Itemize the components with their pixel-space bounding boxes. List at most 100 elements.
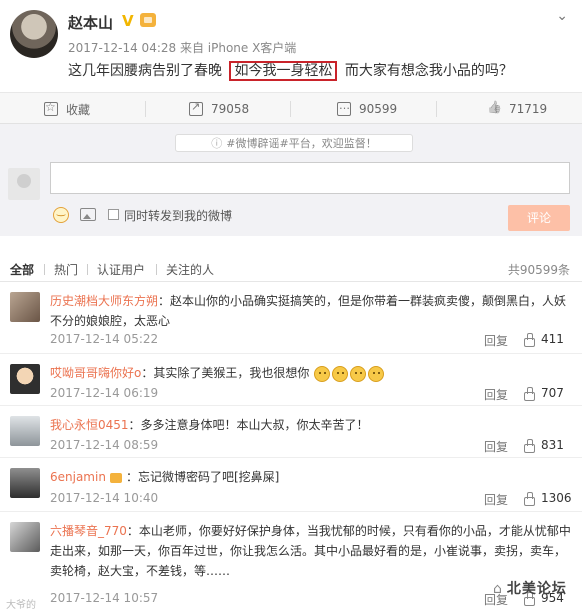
comment-count: 90599 <box>359 102 398 116</box>
commenter-avatar[interactable] <box>10 522 40 552</box>
comment-like-button[interactable]: 831 <box>522 438 564 453</box>
comment-time: 2017-12-14 06:19 <box>50 386 159 400</box>
tab-following[interactable]: 关注的人 <box>166 261 214 278</box>
comment-body: 6enjamin ：忘记微博密码了吧[挖鼻屎] <box>50 467 572 487</box>
sad-face-emoji-icon <box>332 365 349 382</box>
thumbs-up-icon <box>522 332 535 347</box>
like-button[interactable]: 71719 <box>487 93 547 125</box>
star-icon <box>44 100 58 116</box>
image-icon[interactable] <box>80 208 96 221</box>
comment-like-button[interactable]: 1306 <box>522 491 572 506</box>
comment-body: 六播琴音_770：本山老师，你要好好保护身体，当我忧郁的时候，只有看你的小品，才… <box>50 521 572 581</box>
action-divider <box>436 101 437 117</box>
author-avatar[interactable] <box>10 10 58 58</box>
tab-verified-users[interactable]: 认证用户 <box>97 261 145 278</box>
comment-like-button[interactable]: 707 <box>522 386 564 401</box>
reply-button[interactable]: 回复 <box>484 332 508 349</box>
commenter-avatar[interactable] <box>10 292 40 322</box>
forward-checkbox[interactable] <box>108 209 119 220</box>
post-text-before: 这几年因腰病告别了春晚 <box>68 63 222 79</box>
thumbs-up-icon <box>522 491 535 506</box>
favorite-button[interactable]: 收藏 <box>44 93 90 125</box>
sad-face-emoji-icon <box>314 365 331 382</box>
comment-text: ：其实除了美猴王，我也很想你 <box>141 366 310 380</box>
post-timestamp[interactable]: 2017-12-14 04:28 来自 iPhone X客户端 <box>68 39 296 56</box>
thumbs-up-icon <box>522 438 535 453</box>
comment-composer: ⓘ#微博辟谣#平台，欢迎监督！ 同时转发到我的微博 评论 <box>0 124 582 236</box>
comment-text: ：忘记微博密码了吧[挖鼻屎] <box>125 470 280 484</box>
post-text-after: 而大家有想念我小品的吗？ <box>344 63 513 79</box>
comment-like-count: 1306 <box>541 491 572 505</box>
action-divider <box>290 101 291 117</box>
info-icon: ⓘ <box>211 137 223 150</box>
action-divider <box>145 101 146 117</box>
tab-divider <box>87 264 88 275</box>
comment-body: 我心永恒0451：多多注意身体吧！本山大叔，你太辛苦了！ <box>50 415 572 435</box>
reply-button[interactable]: 回复 <box>484 386 508 403</box>
comment-button[interactable]: 90599 <box>337 93 397 125</box>
watermark: ⌂ 北美论坛 <box>493 578 567 598</box>
comment-like-count: 411 <box>541 332 564 346</box>
reply-button[interactable]: 回复 <box>484 491 508 508</box>
weibo-post-page: 赵本山 V 2017-12-14 04:28 来自 iPhone X客户端 这几… <box>0 0 582 612</box>
forward-icon <box>189 100 203 116</box>
comment-body: 哎呦哥哥嗨你好o：其实除了美猴王，我也很想你 <box>50 363 572 383</box>
comment-like-count: 707 <box>541 386 564 400</box>
sad-face-emoji-icon <box>350 365 367 382</box>
commenter-name[interactable]: 哎呦哥哥嗨你好o <box>50 366 141 380</box>
tab-divider <box>44 264 45 275</box>
post-text-highlight: 如今我一身轻松 <box>229 61 338 81</box>
comment-body: 历史潮档大师东方朔：赵本山你的小品确实挺搞笑的，但是你带着一群装疯卖傻，颠倒黑白… <box>50 291 572 331</box>
commenter-name[interactable]: 6enjamin <box>50 470 106 484</box>
comment-filter-tabs: 全部 热门 认证用户 关注的人 共90599条 <box>0 256 582 282</box>
post-text: 这几年因腰病告别了春晚 如今我一身轻松 而大家有想念我小品的吗？ <box>68 60 513 81</box>
verified-badge-icon: V <box>122 12 134 30</box>
watermark-left: 大爷的 <box>6 600 36 611</box>
commenter-name[interactable]: 六播琴音_770 <box>50 524 127 538</box>
comment-text: ：多多注意身体吧！本山大叔，你太辛苦了！ <box>128 418 369 432</box>
sad-face-emoji-icon <box>368 365 385 382</box>
post-action-bar: 收藏 79058 90599 71719 <box>0 92 582 124</box>
commenter-name[interactable]: 我心永恒0451 <box>50 418 129 432</box>
total-comment-count: 共90599条 <box>507 263 570 277</box>
comment-like-count: 831 <box>541 438 564 452</box>
author-name[interactable]: 赵本山 <box>68 12 113 33</box>
forward-checkbox-label[interactable]: 同时转发到我的微博 <box>124 207 232 224</box>
reply-button[interactable]: 回复 <box>484 438 508 455</box>
post-card: 赵本山 V 2017-12-14 04:28 来自 iPhone X客户端 这几… <box>0 0 582 92</box>
favorite-label: 收藏 <box>66 102 91 117</box>
tab-divider <box>156 264 157 275</box>
watermark-text: 北美论坛 <box>506 581 567 597</box>
comment-item: 6enjamin ：忘记微博密码了吧[挖鼻屎] 2017-12-14 10:40 … <box>0 458 582 512</box>
commenter-avatar[interactable] <box>10 416 40 446</box>
like-count: 71719 <box>509 102 548 116</box>
thumbs-up-icon <box>487 102 501 116</box>
tab-all[interactable]: 全部 <box>10 261 34 278</box>
vip-crown-icon <box>140 13 156 27</box>
rumor-notice[interactable]: ⓘ #微博辟谣#平台，欢迎监督！ <box>175 134 413 152</box>
comment-time: 2017-12-14 10:57 <box>50 591 159 605</box>
comment-time: 2017-12-14 05:22 <box>50 332 159 346</box>
forward-count: 79058 <box>211 102 250 116</box>
comment-text: ：本山老师，你要好好保护身体，当我忧郁的时候，只有看你的小品，才能从忧郁中走出来… <box>50 524 571 578</box>
comment-item: 历史潮档大师东方朔：赵本山你的小品确实挺搞笑的，但是你带着一群装疯卖傻，颠倒黑白… <box>0 282 582 354</box>
watermark-logo-icon: ⌂ <box>493 581 503 597</box>
thumbs-up-icon <box>522 386 535 401</box>
commenter-avatar[interactable] <box>10 468 40 498</box>
current-user-avatar <box>8 168 40 200</box>
comment-like-button[interactable]: 411 <box>522 332 564 347</box>
comment-input[interactable] <box>50 162 570 194</box>
comment-item: 我心永恒0451：多多注意身体吧！本山大叔，你太辛苦了！ 2017-12-14 … <box>0 406 582 458</box>
comment-icon <box>337 99 351 116</box>
comment-item: 哎呦哥哥嗨你好o：其实除了美猴王，我也很想你 2017-12-14 06:19 … <box>0 354 582 406</box>
comment-time: 2017-12-14 10:40 <box>50 491 159 505</box>
commenter-name[interactable]: 历史潮档大师东方朔 <box>50 294 158 308</box>
chevron-down-icon[interactable]: ⌄ <box>556 8 568 24</box>
comment-time: 2017-12-14 08:59 <box>50 438 159 452</box>
notice-text: #微博辟谣#平台，欢迎监督！ <box>226 137 377 150</box>
submit-comment-button[interactable]: 评论 <box>508 205 570 231</box>
forward-button[interactable]: 79058 <box>189 93 249 125</box>
emoji-icon[interactable] <box>53 206 69 223</box>
commenter-avatar[interactable] <box>10 364 40 394</box>
tab-hot[interactable]: 热门 <box>54 261 78 278</box>
